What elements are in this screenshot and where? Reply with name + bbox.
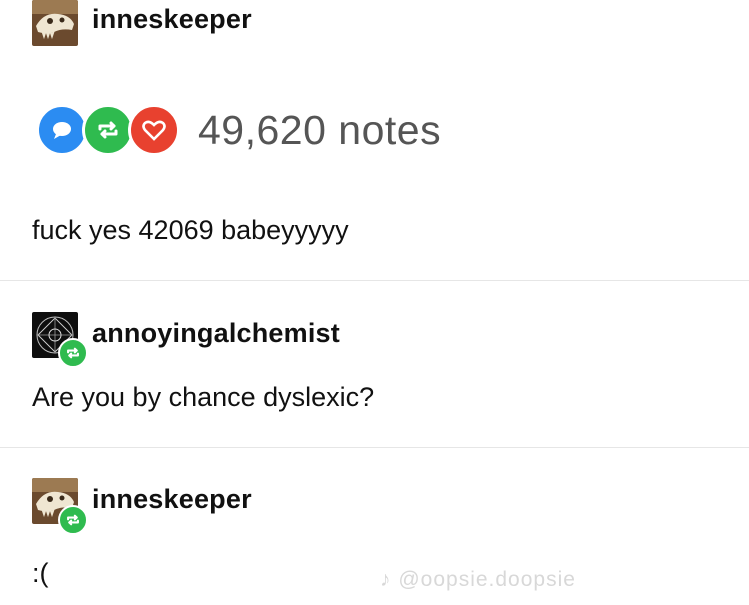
post-username[interactable]: inneskeeper (92, 4, 252, 35)
avatar-inneskeeper[interactable] (32, 0, 78, 46)
watermark: ♪ @oopsie.doopsie (380, 568, 576, 592)
skull-avatar-icon (32, 0, 78, 46)
post-text: fuck yes 42069 babeyyyyy (32, 215, 349, 245)
tiktok-note-icon: ♪ (380, 568, 392, 591)
post-username[interactable]: inneskeeper (92, 484, 252, 515)
post-text: Are you by chance dyslexic? (32, 382, 375, 412)
reblog-icon[interactable] (82, 104, 134, 156)
divider (0, 447, 749, 448)
post-text: :( (32, 558, 49, 588)
notes-count[interactable]: 49,620 notes (198, 107, 441, 154)
reblog-badge-icon (58, 338, 88, 368)
reblog-badge-icon (58, 505, 88, 535)
post-username[interactable]: annoyingalchemist (92, 318, 340, 349)
comment-bubble-icon[interactable] (36, 104, 88, 156)
divider (0, 280, 749, 281)
heart-icon[interactable] (128, 104, 180, 156)
watermark-text: @oopsie.doopsie (398, 568, 576, 591)
notes-bar[interactable]: 49,620 notes (36, 104, 441, 156)
